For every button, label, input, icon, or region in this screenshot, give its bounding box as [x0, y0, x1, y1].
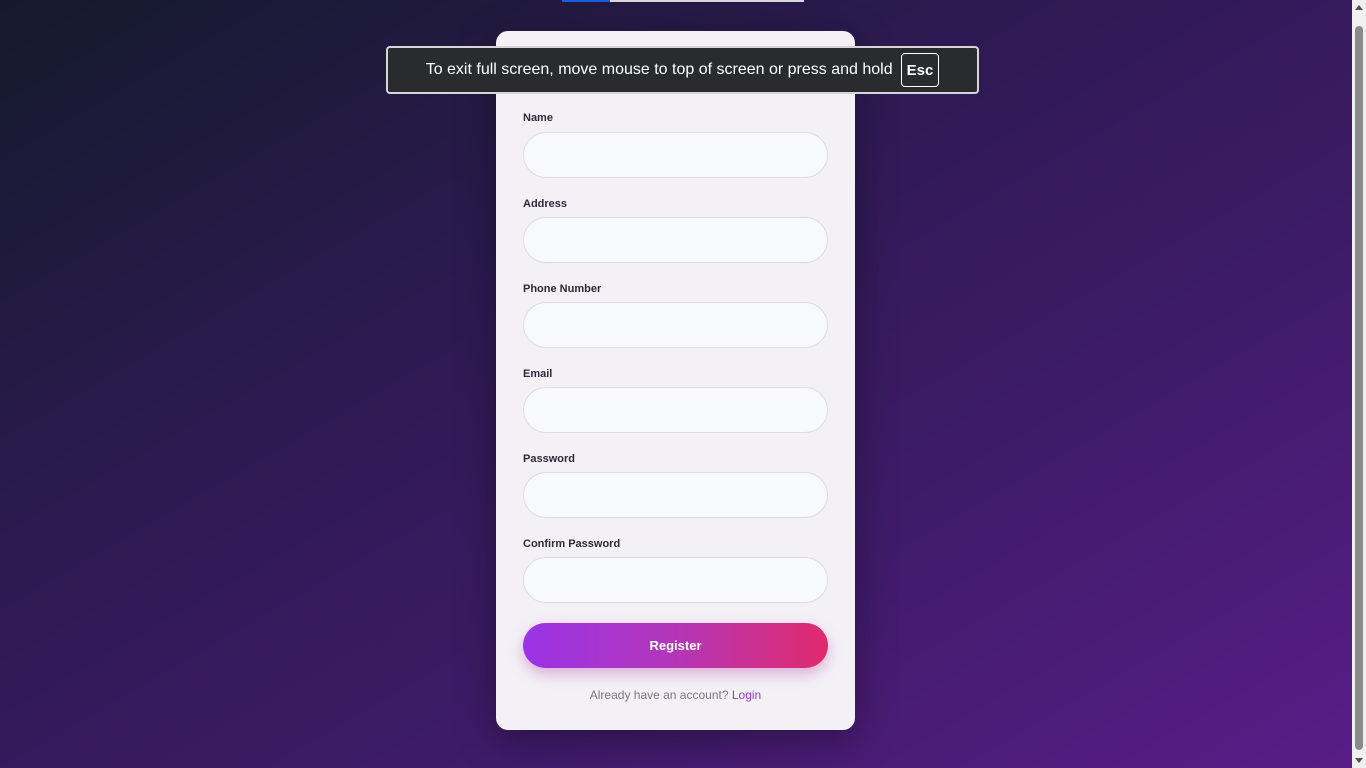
fullscreen-exit-notice: To exit full screen, move mouse to top o…	[386, 46, 979, 94]
register-button[interactable]: Register	[523, 623, 828, 668]
scroll-down-arrow-icon[interactable]	[1355, 758, 1363, 763]
address-label: Address	[523, 198, 568, 210]
name-label: Name	[523, 112, 553, 124]
address-input[interactable]	[523, 217, 828, 263]
register-card: Name Address Phone Number Email Password…	[496, 31, 855, 730]
fullscreen-notice-text: To exit full screen, move mouse to top o…	[425, 61, 893, 78]
confirm-password-label: Confirm Password	[523, 538, 621, 550]
login-prompt: Already have an account? Login	[496, 688, 855, 702]
confirm-password-input[interactable]	[523, 557, 828, 603]
esc-key-badge: Esc	[900, 53, 940, 87]
email-input[interactable]	[523, 387, 828, 433]
page-load-strip-fill	[562, 0, 610, 2]
page-load-strip	[562, 0, 804, 2]
name-input[interactable]	[523, 132, 828, 178]
phone-number-label: Phone Number	[523, 283, 602, 295]
login-prompt-text: Already have an account?	[589, 688, 729, 702]
vertical-scrollbar[interactable]	[1352, 0, 1366, 768]
login-link[interactable]: Login	[732, 688, 761, 702]
scrollbar-thumb[interactable]	[1355, 26, 1363, 750]
phone-number-input[interactable]	[523, 302, 828, 348]
password-label: Password	[523, 453, 575, 465]
password-input[interactable]	[523, 472, 828, 518]
email-label: Email	[523, 368, 553, 380]
scroll-up-arrow-icon[interactable]	[1355, 5, 1363, 10]
